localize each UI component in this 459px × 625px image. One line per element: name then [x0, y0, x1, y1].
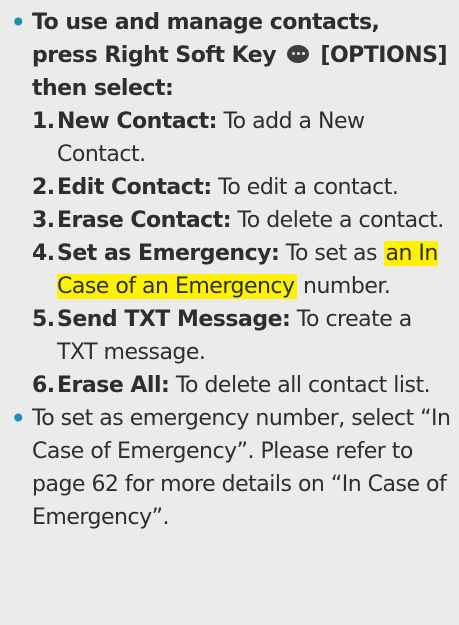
step-number: 4. [32, 241, 55, 266]
bullet-manage-contacts-text: To use and manage contacts, press Right … [32, 6, 451, 105]
step-description-before: To set as [285, 241, 378, 266]
step-label: Erase Contact: [57, 208, 232, 233]
options-soft-key-icon [287, 45, 310, 63]
step-description: To delete all contact list. [175, 373, 431, 398]
step-item: 4. Set as Emergency: To set as an In Cas… [32, 237, 451, 303]
step-description: To edit a contact. [218, 175, 399, 200]
bullet-emergency-note-text: To set as emergency number, select “In C… [32, 406, 451, 530]
step-item: 6. Erase All: To delete all contact list… [32, 369, 451, 402]
step-number: 6. [32, 373, 55, 398]
bullet-manage-contacts: • To use and manage contacts, press Righ… [8, 6, 451, 402]
manual-page: • To use and manage contacts, press Righ… [0, 0, 459, 625]
step-item: 2. Edit Contact: To edit a contact. [32, 171, 451, 204]
step-label: Erase All: [57, 373, 170, 398]
step-item: 5. Send TXT Message: To create a TXT mes… [32, 303, 451, 369]
step-label: New Contact: [57, 109, 217, 134]
step-label: Edit Contact: [57, 175, 212, 200]
bullet-dot: • [10, 402, 27, 435]
step-number: 2. [32, 175, 55, 200]
step-label: Set as Emergency: [57, 241, 280, 266]
step-item: 3. Erase Contact: To delete a contact. [32, 204, 451, 237]
step-number: 1. [32, 109, 55, 134]
step-description-after: number. [303, 274, 391, 299]
step-number: 3. [32, 208, 55, 233]
step-item: 1. New Contact: To add a New Contact. [32, 105, 451, 171]
step-description: To delete a contact. [237, 208, 445, 233]
step-number: 5. [32, 307, 55, 332]
step-label: Send TXT Message: [57, 307, 291, 332]
bullet-dot: • [10, 6, 27, 39]
options-steps-list: 1. New Contact: To add a New Contact. 2.… [32, 105, 451, 402]
bullet-emergency-note: • To set as emergency number, select “In… [8, 402, 451, 534]
